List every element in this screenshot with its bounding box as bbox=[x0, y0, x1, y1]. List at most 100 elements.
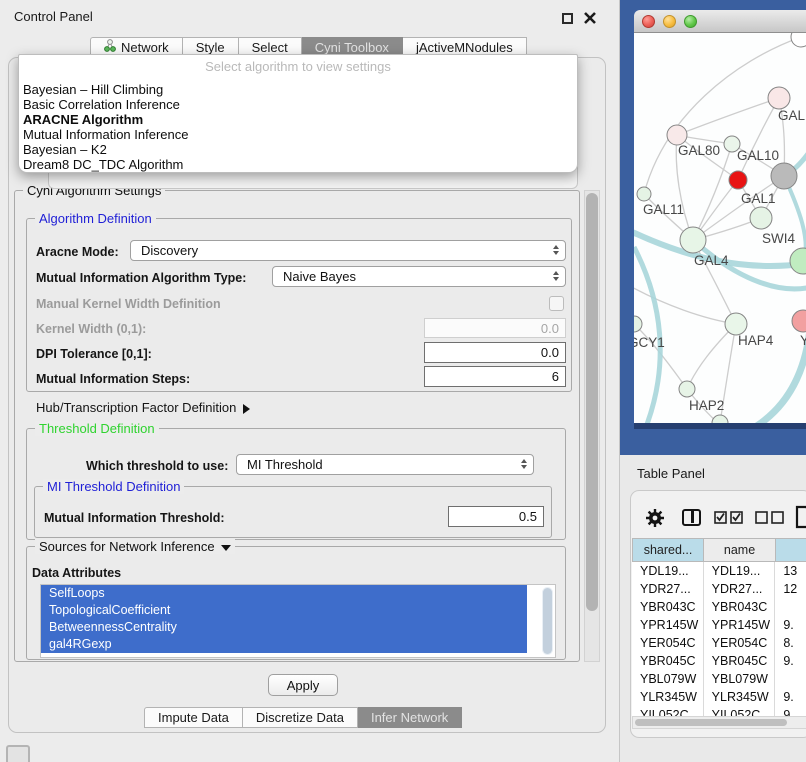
table-row[interactable]: YIL052CYIL052C9. bbox=[632, 706, 806, 716]
sources-title[interactable]: Sources for Network Inference bbox=[35, 539, 235, 554]
table-cell: YPR145W bbox=[704, 616, 776, 634]
dropdown-item-bayesian-hill-climbing[interactable]: Bayesian – Hill Climbing bbox=[23, 82, 573, 97]
network-edge[interactable] bbox=[677, 98, 779, 135]
table-cell: YDR27... bbox=[632, 580, 704, 598]
new-table-icon[interactable] bbox=[795, 505, 806, 529]
attribute-item-topologicalcoefficient[interactable]: TopologicalCoefficient bbox=[41, 602, 527, 619]
table-cell: YBL079W bbox=[632, 670, 704, 688]
network-window-titlebar[interactable] bbox=[634, 10, 806, 33]
dropdown-item-dream8-dc-tdc-algorithm[interactable]: Dream8 DC_TDC Algorithm bbox=[23, 157, 573, 172]
bottom-tabstrip: Impute Data Discretize DataInfer Network bbox=[144, 707, 462, 728]
attribute-item-betweennesscentrality[interactable]: BetweennessCentrality bbox=[41, 619, 527, 636]
mi-steps-field[interactable]: 6 bbox=[424, 366, 566, 387]
network-graph[interactable]: GALGAL80GAL10GAL11GAL1SWI4GAL4GCY1HAP4YH… bbox=[634, 33, 806, 423]
window-shadow bbox=[634, 423, 806, 429]
column-header-name[interactable]: name bbox=[704, 538, 776, 562]
data-attributes-list[interactable]: SelfLoopsTopologicalCoefficientBetweenne… bbox=[40, 584, 556, 658]
table-cell: YBR045C bbox=[632, 652, 704, 670]
table-hscrollbar-thumb[interactable] bbox=[635, 719, 787, 726]
expander-arrow-icon bbox=[243, 404, 250, 414]
attributes-scrollbar[interactable] bbox=[542, 587, 553, 655]
float-panel-icon[interactable] bbox=[562, 13, 573, 24]
mi-algorithm-type-label: Mutual Information Algorithm Type: bbox=[36, 271, 246, 285]
network-node[interactable] bbox=[634, 316, 642, 332]
table-cell: 9. bbox=[775, 688, 806, 706]
select-all-checkboxes-icon[interactable] bbox=[714, 511, 744, 524]
manual-kernel-width-checkbox[interactable] bbox=[549, 296, 564, 311]
column-chooser-icon[interactable] bbox=[682, 509, 701, 526]
dropdown-item-mutual-information-inference[interactable]: Mutual Information Inference bbox=[23, 127, 573, 142]
minimize-window-icon[interactable] bbox=[663, 15, 676, 28]
tab-discretize-data[interactable]: Discretize Data bbox=[243, 707, 358, 728]
minimized-panel-icon[interactable] bbox=[6, 745, 30, 762]
network-node[interactable] bbox=[771, 163, 797, 189]
which-threshold-label: Which threshold to use: bbox=[86, 459, 228, 473]
table-panel-title: Table Panel bbox=[637, 466, 705, 481]
table-row[interactable]: YBR043CYBR043C bbox=[632, 598, 806, 616]
which-threshold-combobox[interactable]: MI Threshold bbox=[236, 454, 534, 475]
table-row[interactable]: YBR045CYBR045C9. bbox=[632, 652, 806, 670]
settings-scrollbar-thumb[interactable] bbox=[586, 193, 598, 611]
close-panel-icon[interactable] bbox=[583, 11, 597, 25]
column-header-2[interactable] bbox=[776, 538, 806, 562]
tab-label: Impute Data bbox=[158, 707, 229, 728]
tab-impute-data[interactable]: Impute Data bbox=[144, 707, 243, 728]
dropdown-item-basic-correlation-inference[interactable]: Basic Correlation Inference bbox=[23, 97, 573, 112]
table-row[interactable]: YDL19...YDL19...13 bbox=[632, 562, 806, 580]
network-node[interactable] bbox=[729, 171, 747, 189]
network-node[interactable] bbox=[679, 381, 695, 397]
network-node[interactable] bbox=[667, 125, 687, 145]
algorithm-definition-title: Algorithm Definition bbox=[35, 211, 156, 226]
table-cell bbox=[775, 598, 806, 616]
aracne-mode-value: Discovery bbox=[141, 243, 198, 258]
table-cell: 13 bbox=[775, 562, 806, 580]
zoom-window-icon[interactable] bbox=[684, 15, 697, 28]
deselect-all-checkboxes-icon[interactable] bbox=[755, 511, 785, 524]
network-node[interactable] bbox=[790, 248, 806, 274]
table-row[interactable]: YBL079WYBL079W bbox=[632, 670, 806, 688]
table-row[interactable]: YPR145WYPR145W9. bbox=[632, 616, 806, 634]
network-edge[interactable] bbox=[687, 324, 736, 389]
table-row[interactable]: YER054CYER054C8. bbox=[632, 634, 806, 652]
close-window-icon[interactable] bbox=[642, 15, 655, 28]
node-label-gcy1: GCY1 bbox=[634, 335, 665, 350]
dropdown-item-aracne-algorithm[interactable]: ARACNE Algorithm bbox=[23, 112, 573, 127]
network-view-canvas[interactable]: GALGAL80GAL10GAL11GAL1SWI4GAL4GCY1HAP4YH… bbox=[634, 33, 806, 423]
dropdown-item-bayesian-k2[interactable]: Bayesian – K2 bbox=[23, 142, 573, 157]
which-threshold-value: MI Threshold bbox=[247, 457, 323, 472]
algorithm-dropdown-popup: Select algorithm to view settings Bayesi… bbox=[18, 54, 578, 173]
network-node[interactable] bbox=[768, 87, 790, 109]
network-node[interactable] bbox=[792, 310, 806, 332]
attribute-item-selfloops[interactable]: SelfLoops bbox=[41, 585, 527, 602]
network-node[interactable] bbox=[725, 313, 747, 335]
column-header-shared[interactable]: shared... bbox=[632, 538, 704, 562]
table-hscrollbar[interactable] bbox=[632, 716, 806, 729]
tab-infer-network[interactable]: Infer Network bbox=[358, 707, 462, 728]
mi-algorithm-type-value: Naive Bayes bbox=[283, 269, 356, 284]
network-node[interactable] bbox=[750, 207, 772, 229]
threshold-definition-title: Threshold Definition bbox=[35, 421, 159, 436]
table-row[interactable]: YDR27...YDR27...12 bbox=[632, 580, 806, 598]
node-table: shared...name YDL19...YDL19...13YDR27...… bbox=[632, 538, 806, 716]
table-cell: YBR045C bbox=[704, 652, 776, 670]
attributes-scrollbar-thumb[interactable] bbox=[543, 588, 552, 654]
gear-icon[interactable] bbox=[644, 507, 666, 529]
network-node[interactable] bbox=[791, 33, 806, 47]
kernel-width-field[interactable]: 0.0 bbox=[424, 318, 566, 338]
network-node[interactable] bbox=[637, 187, 651, 201]
hub-definition-expander[interactable]: Hub/Transcription Factor Definition bbox=[36, 400, 250, 415]
network-node[interactable] bbox=[680, 227, 706, 253]
aracne-mode-combobox[interactable]: Discovery bbox=[130, 240, 566, 261]
attribute-item-gal4rgexp[interactable]: gal4RGexp bbox=[41, 636, 527, 653]
data-attributes-label: Data Attributes bbox=[32, 566, 121, 580]
mi-algorithm-type-combobox[interactable]: Naive Bayes bbox=[272, 266, 566, 287]
dpi-tolerance-field[interactable]: 0.0 bbox=[424, 342, 566, 363]
apply-button[interactable]: Apply bbox=[268, 674, 338, 696]
table-cell: YPR145W bbox=[632, 616, 704, 634]
table-cell: 12 bbox=[775, 580, 806, 598]
network-node[interactable] bbox=[712, 415, 728, 423]
node-label-gal80: GAL80 bbox=[678, 143, 720, 158]
mi-threshold-field[interactable]: 0.5 bbox=[448, 506, 544, 527]
table-header-row: shared...name bbox=[632, 538, 806, 562]
table-row[interactable]: YLR345WYLR345W9. bbox=[632, 688, 806, 706]
